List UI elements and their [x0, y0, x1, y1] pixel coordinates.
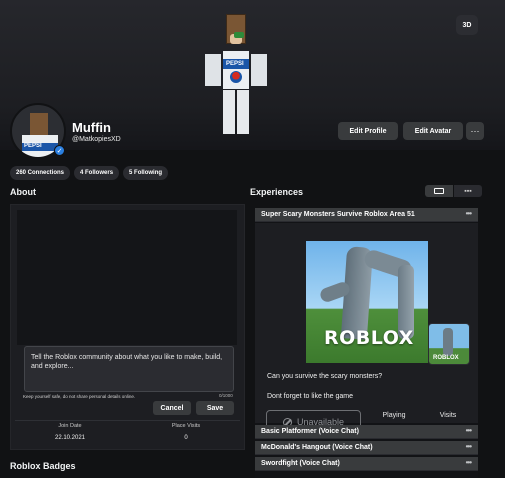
experiences-panel: Super Scary Monsters Survive Roblox Area… — [255, 208, 478, 478]
place-visits-value: 0 — [184, 435, 188, 441]
experience-description-1: Can you survive the scary monsters? — [267, 373, 383, 380]
edit-profile-button[interactable]: Edit Profile — [338, 122, 398, 140]
avatar-right-arm — [251, 54, 267, 86]
expand-dots-icon: ••• — [465, 426, 472, 435]
experiences-heading: Experiences — [250, 187, 304, 197]
list-view-toggle[interactable] — [425, 185, 453, 197]
experience-detail: ROBLOX ROBLOX Can you survive the scary … — [255, 223, 478, 435]
experience-description-2: Dont forget to like the game — [267, 393, 353, 400]
pepsi-logo-icon — [230, 71, 242, 83]
headshot-shirt-text: PEPSI — [24, 143, 42, 149]
username: @MatkopiesXD — [72, 136, 121, 143]
playing-label: Playing — [382, 412, 406, 419]
experience-thumbnail[interactable]: ROBLOX — [306, 241, 428, 363]
experience-row[interactable]: McDonald's Hangout (Voice Chat) ••• — [255, 441, 478, 455]
about-textarea[interactable] — [24, 346, 234, 392]
social-stats: 260 Connections 4 Followers 5 Following — [10, 166, 169, 180]
save-button[interactable]: Save — [196, 401, 234, 415]
experience-name: Basic Platformer (Voice Chat) — [261, 428, 359, 435]
expand-dots-icon: ••• — [465, 442, 472, 451]
avatar-left-arm — [205, 54, 221, 86]
avatar-right-leg — [237, 90, 249, 134]
headshot-head — [30, 113, 48, 137]
mini-rock — [443, 328, 453, 356]
headshot-shirt-band: PEPSI — [22, 143, 58, 151]
join-date-value: 22.10.2021 — [54, 435, 86, 441]
experience-name: Super Scary Monsters Survive Roblox Area… — [261, 211, 415, 218]
more-options-button[interactable]: ··· — [466, 122, 484, 140]
grid-view-icon: ▪▪▪ — [464, 187, 472, 195]
experience-row[interactable]: Super Scary Monsters Survive Roblox Area… — [255, 208, 478, 222]
expand-dots-icon: ••• — [465, 209, 472, 218]
followers-pill[interactable]: 4 Followers — [74, 166, 120, 180]
avatar-left-leg — [223, 90, 235, 134]
experience-name: Swordfight (Voice Chat) — [261, 460, 340, 467]
shirt-text: PEPSI — [226, 61, 244, 67]
single-view-icon — [434, 188, 444, 194]
shirt-band: PEPSI — [223, 59, 249, 69]
grid-view-toggle[interactable]: ▪▪▪ — [454, 185, 482, 197]
experience-row[interactable]: Basic Platformer (Voice Chat) ••• — [255, 425, 478, 439]
about-heading: About — [10, 187, 36, 197]
experience-name: McDonald's Hangout (Voice Chat) — [261, 444, 373, 451]
place-visits-label: Place Visits — [171, 423, 201, 429]
about-panel: Keep yourself safe, do not share persona… — [10, 204, 245, 450]
char-counter: 0/1000 — [219, 393, 233, 398]
display-name: Muffin — [72, 120, 111, 135]
premium-badge-icon: ✓ — [54, 145, 65, 156]
badges-heading: Roblox Badges — [10, 461, 76, 471]
experience-row[interactable]: Swordfight (Voice Chat) ••• — [255, 457, 478, 471]
avatar-3d-render: PEPSI — [205, 14, 267, 136]
expand-dots-icon: ••• — [465, 458, 472, 467]
safety-warning: Keep yourself safe, do not share persona… — [23, 394, 136, 399]
avatar-torso: PEPSI — [223, 51, 249, 89]
cancel-button[interactable]: Cancel — [153, 401, 191, 415]
about-divider — [15, 420, 240, 421]
about-banner — [17, 210, 237, 345]
roblox-wordmark: ROBLOX — [324, 327, 414, 349]
avatar-hair — [234, 32, 244, 38]
view-3d-button[interactable]: 3D — [456, 15, 478, 35]
edit-avatar-button[interactable]: Edit Avatar — [403, 122, 463, 140]
join-date-label: Join Date — [58, 423, 82, 429]
visits-label: Visits — [439, 412, 457, 419]
mini-roblox-wordmark: ROBLOX — [433, 355, 459, 361]
connections-pill[interactable]: 260 Connections — [10, 166, 71, 180]
following-pill[interactable]: 5 Following — [123, 166, 169, 180]
experience-icon-tile: ROBLOX — [428, 323, 470, 365]
